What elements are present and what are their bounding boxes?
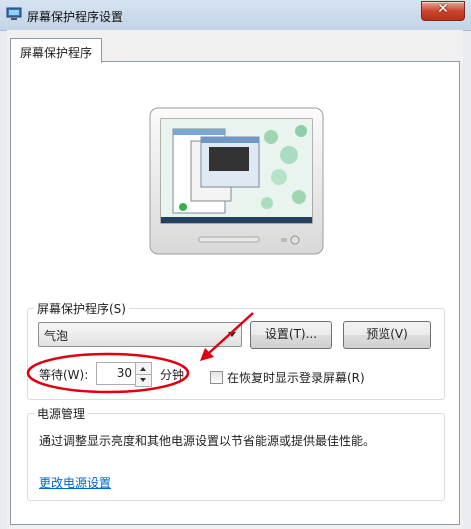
power-description: 通过调整显示亮度和其他电源设置以节省能源或提供最佳性能。	[39, 434, 376, 448]
wait-unit: 分钟	[160, 368, 185, 382]
wait-stepper[interactable]	[135, 362, 152, 387]
wait-label: 等待(W):	[39, 368, 89, 382]
chevron-down-icon	[228, 332, 236, 337]
monitor-preview	[149, 107, 324, 255]
stepper-up-icon[interactable]	[136, 363, 151, 374]
display-settings-icon	[6, 7, 22, 20]
change-power-settings-link[interactable]: 更改电源设置	[39, 474, 111, 491]
window-title: 屏幕保护程序设置	[27, 10, 124, 24]
screensaver-select-value: 气泡	[44, 329, 69, 343]
screensaver-select[interactable]: 气泡	[38, 322, 242, 347]
title-bar: 屏幕保护程序设置 ✕	[0, 0, 471, 31]
power-group-label: 电源管理	[34, 405, 89, 422]
resume-login-label[interactable]: 在恢复时显示登录屏幕(R)	[227, 369, 365, 386]
tab-screensaver[interactable]: 屏幕保护程序	[10, 38, 102, 63]
close-button[interactable]: ✕	[421, 1, 465, 21]
resume-login-checkbox[interactable]	[210, 371, 223, 384]
stepper-down-icon[interactable]	[136, 374, 151, 386]
screensaver-group-label: 屏幕保护程序(S)	[34, 300, 129, 317]
close-icon: ✕	[437, 1, 449, 17]
tab-label: 屏幕保护程序	[20, 46, 93, 60]
wait-value: 30	[116, 366, 132, 380]
settings-button[interactable]: 设置(T)...	[250, 321, 332, 349]
wait-input[interactable]: 30	[96, 362, 136, 385]
preview-button[interactable]: 预览(V)	[343, 321, 431, 349]
